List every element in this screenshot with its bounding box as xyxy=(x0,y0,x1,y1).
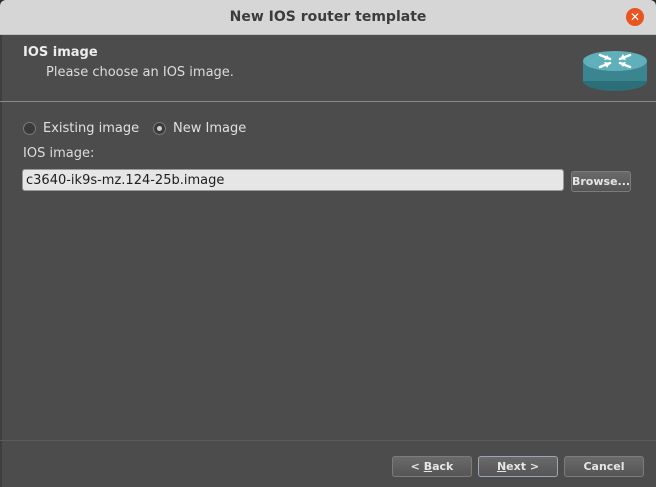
window-title: New IOS router template xyxy=(229,9,427,25)
ios-image-path-input[interactable] xyxy=(22,169,564,191)
page-title: IOS image xyxy=(23,45,98,60)
header-divider xyxy=(0,101,656,102)
next-button-label: ext > xyxy=(506,460,540,473)
radio-label: Existing image xyxy=(43,120,140,136)
next-button-mnemonic: N xyxy=(496,460,507,473)
next-button[interactable]: Next > xyxy=(478,456,558,477)
radio-button[interactable] xyxy=(23,121,36,135)
page-subtitle: Please choose an IOS image. xyxy=(46,65,234,80)
radio-label: New Image xyxy=(173,120,247,136)
radio-existing-image[interactable]: Existing image xyxy=(23,119,139,137)
wizard-header: IOS image Please choose an IOS image. xyxy=(0,35,656,101)
back-button-mnemonic: B xyxy=(423,460,433,473)
wizard-window: New IOS router template ✕ IOS image Plea… xyxy=(0,0,656,487)
cancel-button[interactable]: Cancel xyxy=(564,456,644,477)
radio-button-selected[interactable] xyxy=(153,121,166,135)
radio-new-image[interactable]: New Image xyxy=(153,119,246,137)
back-button[interactable]: < Back xyxy=(392,456,472,477)
router-icon xyxy=(583,51,647,91)
title-bar[interactable]: New IOS router template ✕ xyxy=(0,0,656,35)
footer-divider xyxy=(0,440,656,441)
close-button[interactable]: ✕ xyxy=(626,8,644,26)
back-button-label: ack xyxy=(432,460,454,473)
ios-image-label: IOS image: xyxy=(23,146,95,161)
back-button-prefix: < xyxy=(410,460,424,473)
close-icon: ✕ xyxy=(629,10,641,24)
browse-button[interactable]: Browse... xyxy=(571,171,631,192)
